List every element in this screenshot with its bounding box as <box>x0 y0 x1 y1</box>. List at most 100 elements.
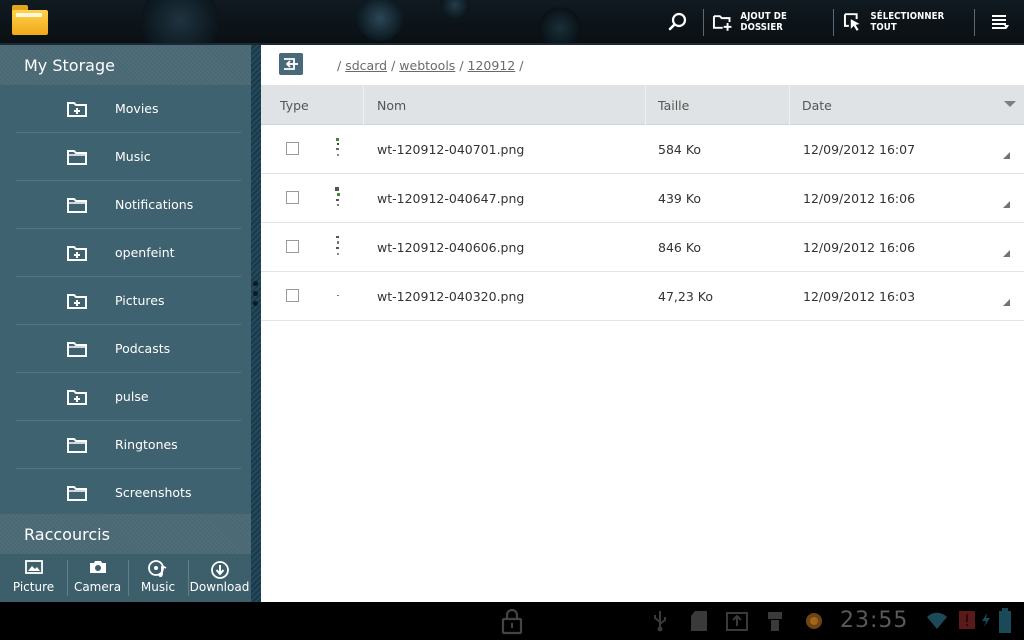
folder-label: Notifications <box>115 197 194 212</box>
column-date[interactable]: Date <box>802 98 832 113</box>
shortcut-label: Camera <box>73 580 122 594</box>
folder-icon <box>67 150 87 165</box>
column-type[interactable]: Type <box>280 98 309 113</box>
shortcut-picture[interactable]: Picture <box>0 554 67 602</box>
lock-icon[interactable] <box>500 607 524 635</box>
add-folder-button[interactable]: AJOUT DE DOSSIER <box>712 0 830 44</box>
folder-plus-icon <box>67 102 87 117</box>
clock: 23:55 <box>840 608 909 633</box>
shortcut-label: Music <box>140 580 176 594</box>
folder-icon <box>67 342 87 357</box>
file-date: 12/09/2012 16:06 <box>803 240 916 255</box>
folder-item-podcasts[interactable]: Podcasts <box>0 325 251 373</box>
breadcrumb-sdcard[interactable]: sdcard <box>345 58 387 73</box>
file-table: wt-120912-040701.png 584 Ko 12/09/2012 1… <box>261 125 1024 321</box>
breadcrumb-120912[interactable]: 120912 <box>468 58 516 73</box>
my-storage-header: My Storage <box>0 45 251 85</box>
folder-label: openfeint <box>115 245 175 260</box>
wifi-icon <box>927 612 947 629</box>
png-thumbnail-icon <box>336 236 339 255</box>
download-icon <box>210 561 229 579</box>
shortcut-bar: Picture Camera Music Download <box>0 554 251 602</box>
shortcuts-header: Raccourcis <box>0 514 251 554</box>
search-icon <box>668 12 687 31</box>
file-name: wt-120912-040320.png <box>377 289 525 304</box>
table-row[interactable]: wt-120912-040701.png 584 Ko 12/09/2012 1… <box>261 125 1024 174</box>
shortcut-camera[interactable]: Camera <box>67 554 128 602</box>
music-icon <box>148 560 167 577</box>
my-storage-title: My Storage <box>24 56 115 75</box>
path-bar: / sdcard / webtools/120912/ <box>261 45 1024 85</box>
charging-icon <box>982 613 990 627</box>
notification-app-icon <box>806 613 822 629</box>
folder-label: Screenshots <box>115 485 192 500</box>
battery-icon <box>999 608 1011 633</box>
add-folder-label: AJOUT DE DOSSIER <box>740 11 787 33</box>
table-row[interactable]: wt-120912-040606.png 846 Ko 12/09/2012 1… <box>261 223 1024 272</box>
parent-folder-button[interactable] <box>279 53 303 75</box>
folder-label: Podcasts <box>115 341 171 356</box>
drag-grip-dot <box>253 301 258 306</box>
folder-item-pulse[interactable]: pulse <box>0 373 251 421</box>
folder-item-movies[interactable]: Movies <box>0 85 251 133</box>
action-bar: AJOUT DE DOSSIER SÉLECTIONNER TOUT <box>0 0 1024 45</box>
warning-icon <box>959 611 975 629</box>
shortcut-music[interactable]: Music <box>128 554 188 602</box>
file-date: 12/09/2012 16:06 <box>803 191 916 206</box>
file-date: 12/09/2012 16:03 <box>803 289 916 304</box>
row-checkbox[interactable] <box>286 289 299 302</box>
png-thumbnail-icon <box>335 187 340 206</box>
file-manager-app: AJOUT DE DOSSIER SÉLECTIONNER TOUT My St… <box>0 0 1024 640</box>
row-menu-icon[interactable] <box>1003 152 1010 159</box>
row-menu-icon[interactable] <box>1003 299 1010 306</box>
sort-dropdown-icon[interactable] <box>1004 101 1016 107</box>
app-folder-icon[interactable] <box>12 5 48 35</box>
folder-label: Ringtones <box>115 437 178 452</box>
folder-item-music[interactable]: Music <box>0 133 251 181</box>
breadcrumb-webtools[interactable]: webtools <box>399 58 455 73</box>
select-all-button[interactable]: SÉLECTIONNER TOUT <box>843 0 971 44</box>
search-button[interactable] <box>664 0 692 44</box>
file-size: 439 Ko <box>658 191 702 206</box>
shortcut-label: Download <box>189 580 250 594</box>
file-date: 12/09/2012 16:07 <box>803 142 916 157</box>
row-checkbox[interactable] <box>286 240 299 253</box>
row-checkbox[interactable] <box>286 191 299 204</box>
system-bar: 23:55 <box>0 602 1024 640</box>
select-all-label: SÉLECTIONNER TOUT <box>870 11 945 33</box>
folder-item-openfeint[interactable]: openfeint <box>0 229 251 277</box>
folder-item-pictures[interactable]: Pictures <box>0 277 251 325</box>
select-cursor-icon <box>843 13 860 31</box>
drag-grip-dot <box>253 291 258 296</box>
storage-drawer: My Storage Movies Music Notifications op… <box>0 45 251 602</box>
column-size[interactable]: Taille <box>658 98 689 113</box>
folder-item-notifications[interactable]: Notifications <box>0 181 251 229</box>
shortcuts-title: Raccourcis <box>24 525 110 544</box>
row-menu-icon[interactable] <box>1003 201 1010 208</box>
row-menu-icon[interactable] <box>1003 250 1010 257</box>
upload-icon <box>726 612 748 631</box>
png-thumbnail-icon <box>337 295 339 296</box>
file-size: 47,23 Ko <box>658 289 713 304</box>
folder-label: pulse <box>115 389 149 404</box>
drag-grip-dot <box>253 281 258 286</box>
overflow-menu-button[interactable] <box>985 0 1015 44</box>
table-header: Type Nom Taille Date <box>261 85 1024 125</box>
folder-plus-icon <box>67 246 87 261</box>
folder-item-screenshots[interactable]: Screenshots <box>0 469 251 517</box>
table-row[interactable]: wt-120912-040647.png 439 Ko 12/09/2012 1… <box>261 174 1024 223</box>
menu-icon <box>992 15 1009 29</box>
folder-icon <box>67 486 87 501</box>
png-thumbnail-icon <box>336 138 339 156</box>
folder-label: Movies <box>115 101 159 116</box>
shortcut-download[interactable]: Download <box>188 554 251 602</box>
file-list-pane: / sdcard / webtools/120912/ Type Nom Taille… <box>261 45 1024 602</box>
row-checkbox[interactable] <box>286 142 299 155</box>
folder-up-icon <box>284 58 298 70</box>
column-name[interactable]: Nom <box>377 98 406 113</box>
folder-item-ringtones[interactable]: Ringtones <box>0 421 251 469</box>
panel-splitter[interactable] <box>251 45 261 602</box>
file-name: wt-120912-040606.png <box>377 240 525 255</box>
flashlight-icon <box>768 612 782 631</box>
table-row[interactable]: wt-120912-040320.png 47,23 Ko 12/09/2012… <box>261 272 1024 321</box>
